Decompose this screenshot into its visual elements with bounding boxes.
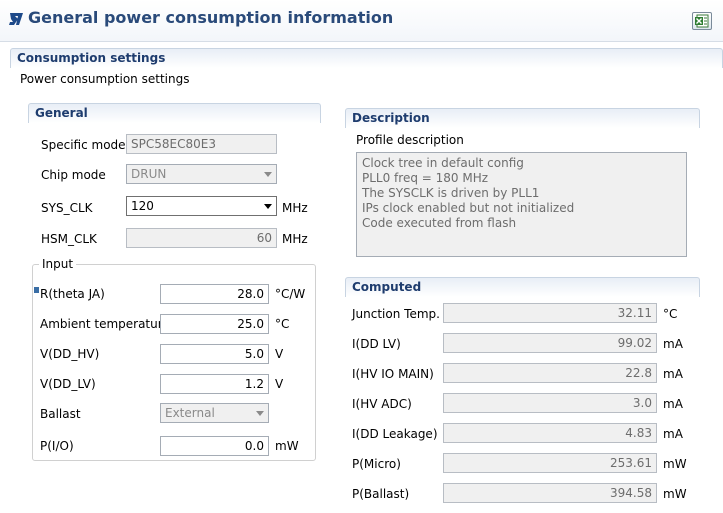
computed-unit: mA bbox=[663, 367, 683, 381]
hsm-clk-field: 60 bbox=[126, 228, 277, 248]
chevron-down-icon bbox=[264, 172, 272, 177]
ballast-value: External bbox=[165, 406, 215, 420]
computed-unit: mA bbox=[663, 337, 683, 351]
p-io-label: P(I/O) bbox=[40, 439, 74, 453]
description-line: IPs clock enabled but not initialized bbox=[362, 201, 575, 215]
consumption-settings-header: Consumption settings bbox=[10, 48, 723, 68]
p-io-input[interactable]: 0.0 bbox=[160, 436, 269, 456]
computed-value: 3.0 bbox=[443, 393, 657, 413]
computed-unit: mW bbox=[663, 457, 687, 471]
vdd-lv-input[interactable]: 1.2 bbox=[160, 374, 269, 394]
input-group-title: Input bbox=[39, 257, 77, 271]
description-line: Code executed from flash bbox=[362, 216, 517, 230]
profile-description-text: Clock tree in default config PLL0 freq =… bbox=[356, 152, 687, 257]
specific-model-label: Specific model bbox=[41, 138, 129, 152]
description-line: The SYSCLK is driven by PLL1 bbox=[362, 186, 540, 200]
ambient-temp-input[interactable]: 25.0 bbox=[160, 314, 269, 334]
chevron-down-icon bbox=[264, 204, 272, 209]
description-line: Clock tree in default config bbox=[362, 156, 524, 170]
specific-model-field: SPC58EC80E3 bbox=[126, 134, 277, 154]
excel-export-button[interactable] bbox=[692, 12, 712, 30]
computed-value: 4.83 bbox=[443, 423, 657, 443]
general-section-header: General bbox=[28, 103, 321, 123]
sys-clk-unit: MHz bbox=[282, 201, 308, 215]
excel-export-icon bbox=[695, 14, 709, 28]
sys-clk-select[interactable]: 120 bbox=[126, 196, 277, 216]
description-section-header: Description bbox=[345, 108, 700, 128]
computed-unit: mA bbox=[663, 397, 683, 411]
computed-value: 22.8 bbox=[443, 363, 657, 383]
computed-label: I(HV IO MAIN) bbox=[352, 367, 434, 381]
computed-value: 99.02 bbox=[443, 333, 657, 353]
description-line: PLL0 freq = 180 MHz bbox=[362, 171, 489, 185]
computed-unit: °C bbox=[663, 307, 678, 321]
computed-label: I(HV ADC) bbox=[352, 397, 412, 411]
computed-unit: mW bbox=[663, 487, 687, 501]
vdd-hv-label: V(DD_HV) bbox=[40, 347, 100, 361]
computed-value: 394.58 bbox=[443, 483, 657, 503]
computed-section-header: Computed bbox=[345, 277, 700, 297]
vdd-lv-unit: V bbox=[275, 377, 284, 391]
ballast-select: External bbox=[160, 403, 269, 423]
ambient-temp-unit: °C bbox=[275, 317, 290, 331]
computed-label: I(DD Leakage) bbox=[352, 427, 438, 441]
page-title: General power consumption information bbox=[28, 8, 394, 27]
computed-label: I(DD LV) bbox=[352, 337, 401, 351]
r-theta-label: R(theta JA) bbox=[40, 287, 105, 301]
p-io-unit: mW bbox=[275, 439, 299, 453]
computed-value: 32.11 bbox=[443, 303, 657, 323]
consumption-subtitle: Power consumption settings bbox=[20, 72, 190, 86]
computed-value: 253.61 bbox=[443, 453, 657, 473]
sys-clk-value: 120 bbox=[131, 199, 154, 213]
r-theta-input[interactable]: 28.0 bbox=[160, 284, 269, 304]
info-icon bbox=[34, 287, 39, 293]
computed-unit: mA bbox=[663, 427, 683, 441]
computed-label: P(Micro) bbox=[352, 457, 401, 471]
chip-mode-select: DRUN bbox=[126, 164, 277, 184]
sys-clk-label: SYS_CLK bbox=[41, 201, 93, 215]
st-logo-icon bbox=[9, 13, 23, 25]
profile-description-label: Profile description bbox=[356, 133, 464, 147]
computed-label: Junction Temp. bbox=[352, 307, 440, 321]
vdd-lv-label: V(DD_LV) bbox=[40, 377, 96, 391]
r-theta-unit: °C/W bbox=[275, 287, 306, 301]
chevron-down-icon bbox=[256, 411, 264, 416]
chip-mode-label: Chip mode bbox=[41, 168, 106, 182]
hsm-clk-label: HSM_CLK bbox=[41, 232, 97, 246]
computed-label: P(Ballast) bbox=[352, 487, 410, 501]
chip-mode-value: DRUN bbox=[131, 167, 167, 181]
hsm-clk-unit: MHz bbox=[282, 232, 308, 246]
ambient-temp-label: Ambient temperature bbox=[40, 317, 170, 331]
vdd-hv-input[interactable]: 5.0 bbox=[160, 344, 269, 364]
vdd-hv-unit: V bbox=[275, 347, 284, 361]
ballast-label: Ballast bbox=[40, 407, 81, 421]
